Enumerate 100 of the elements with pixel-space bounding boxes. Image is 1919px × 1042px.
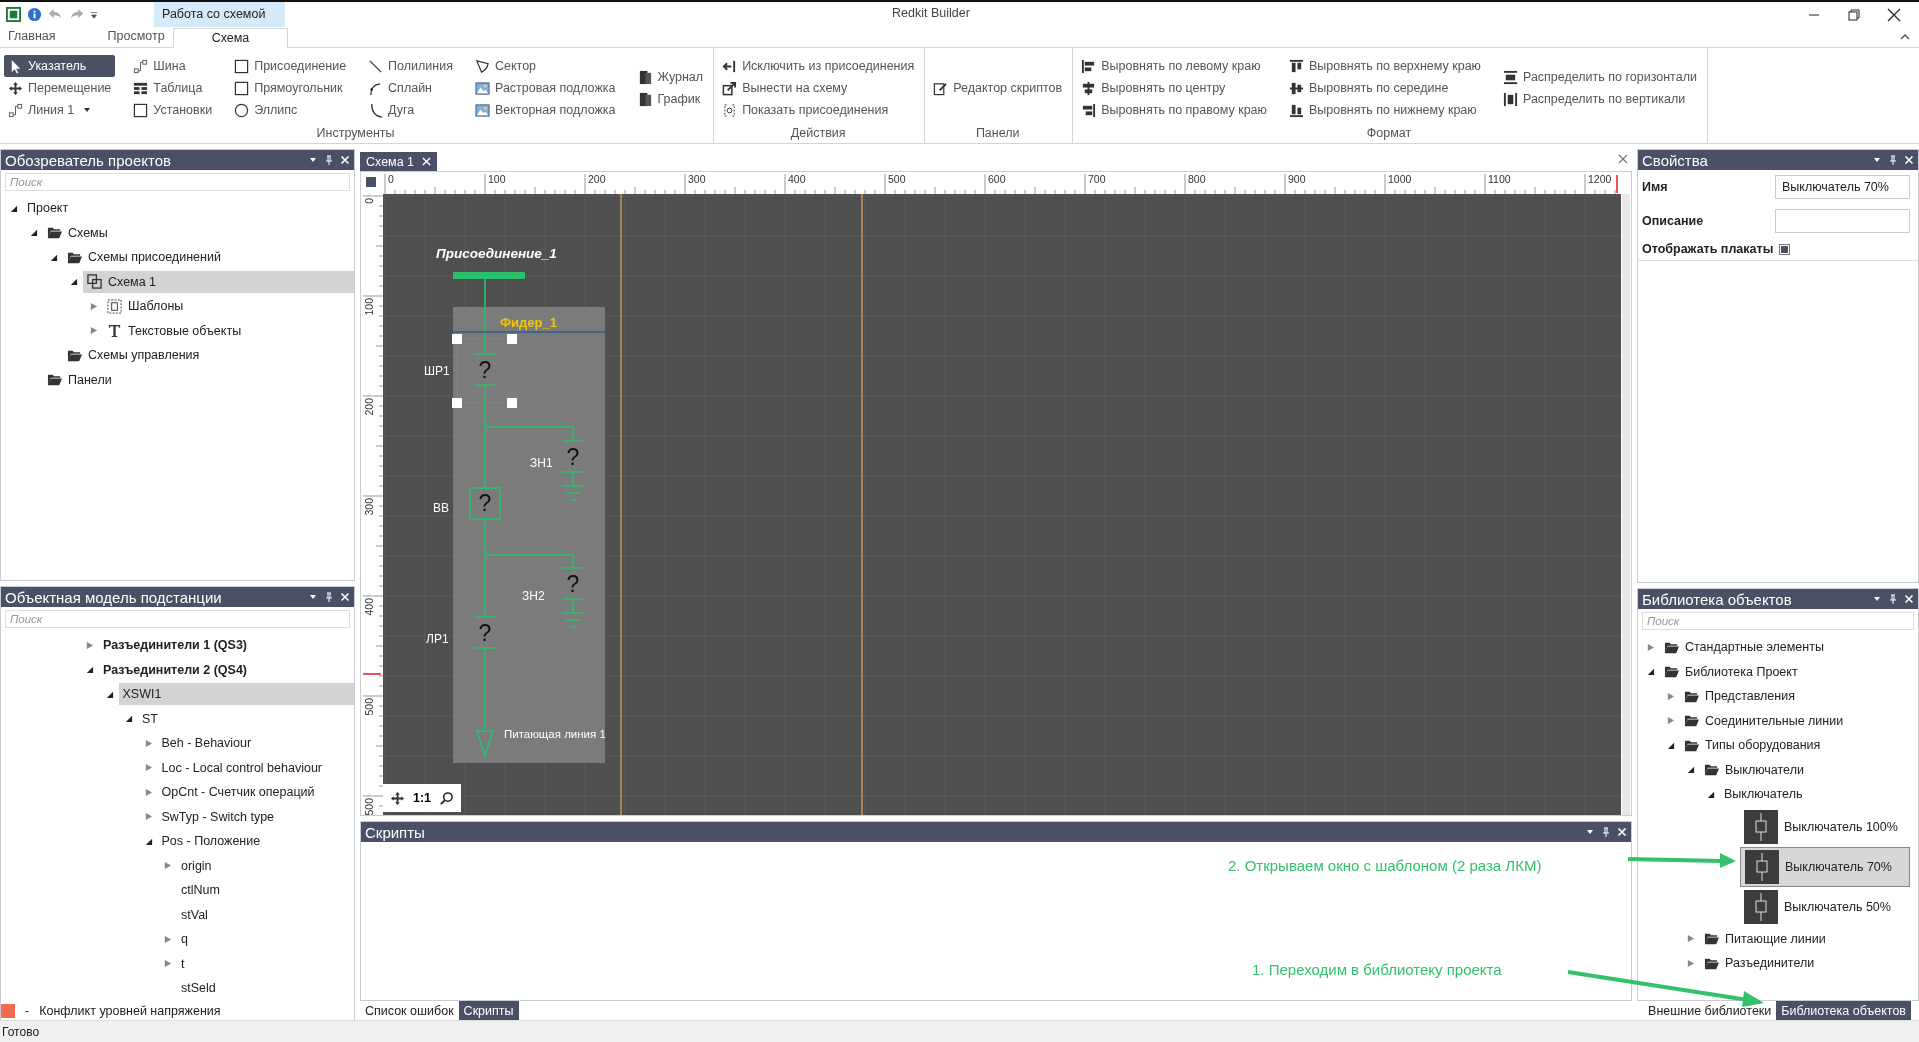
tree-item[interactable]: Разъединители 2 (QS4)	[99, 658, 252, 681]
scrollbar[interactable]	[1622, 194, 1630, 815]
tree-item[interactable]: t	[177, 952, 189, 975]
ribbon-button[interactable]: Выровнять по нижнему краю	[1284, 99, 1485, 121]
pin-icon[interactable]	[324, 592, 334, 602]
tree-item[interactable]: Текстовые объекты	[103, 319, 246, 342]
tree-item[interactable]: OpCnt - Счетчик операций	[157, 781, 319, 804]
panel-tab[interactable]: Список ошибок	[360, 1001, 459, 1021]
ribbon-button[interactable]: Показать присоединения	[718, 99, 919, 121]
ribbon-button[interactable]: Вынести на схему	[718, 77, 919, 99]
ribbon-button[interactable]: Выровнять по центру	[1077, 77, 1271, 99]
search-field[interactable]: Поиск	[5, 610, 350, 628]
ribbon-button[interactable]: Исключить из присоединения	[718, 55, 919, 77]
expand-toggle[interactable]	[104, 689, 114, 699]
ribbon-button[interactable]: Линия 1	[4, 99, 116, 121]
tree-item[interactable]: Шаблоны	[103, 295, 188, 318]
ribbon-button[interactable]: Указатель	[4, 55, 116, 77]
ribbon-button[interactable]: Прямоугольник	[230, 77, 351, 99]
search-field[interactable]: Поиск	[1642, 612, 1914, 630]
ribbon-button[interactable]: Векторная подложка	[470, 99, 620, 121]
expand-toggle[interactable]	[143, 738, 153, 748]
earthing-switch-symbol[interactable]	[561, 440, 585, 501]
tree-item[interactable]: Разъединители 1 (QS3)	[99, 634, 252, 657]
expand-toggle[interactable]	[85, 665, 94, 675]
restore-icon[interactable]	[1847, 7, 1861, 22]
expand-toggle[interactable]	[1686, 934, 1695, 944]
ribbon-button[interactable]: Таблица	[129, 77, 217, 99]
ribbon-button[interactable]: Эллипс	[230, 99, 351, 121]
ribbon-button[interactable]: Растровая подложка	[470, 77, 620, 99]
checkbox[interactable]	[1779, 243, 1791, 255]
document-tab[interactable]: Схема 1	[360, 152, 438, 171]
tree-item[interactable]: Соединительные линии	[1680, 709, 1848, 732]
tree-item[interactable]: Представления	[1680, 685, 1799, 708]
expand-toggle[interactable]	[1646, 667, 1655, 677]
ribbon-tab[interactable]: Просмотр	[99, 27, 173, 47]
ribbon-button[interactable]: Сплайн	[364, 77, 457, 99]
expand-toggle[interactable]	[143, 812, 153, 822]
expand-toggle[interactable]	[1686, 765, 1695, 775]
expand-toggle[interactable]	[29, 228, 38, 238]
tree-item[interactable]: Схема 1	[83, 270, 354, 293]
ribbon-tab[interactable]: Схема	[172, 28, 289, 48]
ribbon-button[interactable]: Распределить по вертикали	[1498, 88, 1701, 110]
tree-item[interactable]: ST	[138, 707, 162, 730]
tree-item[interactable]: stVal	[177, 903, 212, 926]
tree-item[interactable]: stSeld	[177, 977, 220, 1000]
tree-item[interactable]: SwTyp - Switch type	[157, 805, 279, 828]
expand-toggle[interactable]	[85, 640, 94, 650]
ribbon-button[interactable]: Выровнять по правому краю	[1077, 99, 1271, 121]
pin-icon[interactable]	[1888, 155, 1898, 165]
ribbon-button[interactable]: Шина	[129, 55, 217, 77]
expand-toggle[interactable]	[9, 203, 18, 213]
panel-tab[interactable]: Внешние библиотеки	[1643, 1001, 1777, 1021]
tree-item[interactable]: Схемы управления	[63, 344, 204, 367]
ribbon-button[interactable]: Выровнять по левому краю	[1077, 55, 1271, 77]
tree-item[interactable]: Стандартные элементы	[1660, 636, 1828, 659]
ribbon-button[interactable]: Выровнять по верхнему краю	[1284, 55, 1485, 77]
expand-toggle[interactable]	[1646, 642, 1655, 652]
panel-tab[interactable]: Скрипты	[458, 1001, 519, 1021]
tree-item[interactable]: Выключатель 50%	[1740, 887, 1895, 926]
ribbon-button[interactable]: Редактор скриптов	[929, 77, 1067, 99]
text-field[interactable]: Выключатель 70%	[1775, 175, 1910, 199]
panel-tab[interactable]: Библиотека объектов	[1776, 1001, 1911, 1021]
tree-item[interactable]: Выключатель 100%	[1740, 807, 1902, 846]
ribbon-tab[interactable]: Главная	[0, 27, 64, 47]
expand-toggle[interactable]	[1666, 740, 1675, 750]
breaker-symbol[interactable]	[469, 487, 501, 520]
pin-icon[interactable]	[1601, 827, 1611, 837]
ribbon-button[interactable]: Сектор	[470, 55, 620, 77]
ribbon-button[interactable]: Присоединение	[230, 55, 351, 77]
ribbon-button[interactable]: Полилиния	[364, 55, 457, 77]
pin-icon[interactable]	[1888, 594, 1898, 604]
expand-toggle[interactable]	[1666, 716, 1675, 726]
earthing-switch-symbol[interactable]	[561, 567, 585, 628]
expand-toggle[interactable]	[49, 252, 58, 262]
tree-item[interactable]: Схемы присоединений	[63, 246, 225, 269]
tree-item[interactable]: Разъединители	[1700, 952, 1819, 975]
tree-item[interactable]: XSWI1	[118, 683, 354, 706]
ribbon-button[interactable]: Установки	[129, 99, 217, 121]
tree-item[interactable]: Pos - Положение	[157, 830, 265, 853]
pin-icon[interactable]	[324, 155, 334, 165]
customize-icon[interactable]	[90, 10, 98, 19]
search-field[interactable]: Поиск	[5, 173, 350, 191]
ribbon-button[interactable]: Распределить по горизонтали	[1498, 66, 1701, 88]
expand-toggle[interactable]	[89, 326, 98, 336]
close-icon[interactable]	[1887, 7, 1901, 22]
tree-item[interactable]: q	[177, 928, 192, 951]
tree-item[interactable]: Выключатель 70%	[1740, 846, 1910, 887]
expand-toggle[interactable]	[163, 959, 172, 969]
ribbon-button[interactable]: Выровнять по середине	[1284, 77, 1485, 99]
tree-item[interactable]: Схемы	[43, 221, 112, 244]
expand-toggle[interactable]	[1666, 691, 1675, 701]
tree-item[interactable]: Панели	[43, 368, 116, 391]
tree-item[interactable]: Beh - Behaviour	[157, 732, 256, 755]
expand-toggle[interactable]	[89, 301, 98, 311]
expand-toggle[interactable]	[143, 787, 153, 797]
expand-toggle[interactable]	[143, 763, 153, 773]
disconnector-symbol[interactable]	[473, 616, 497, 649]
expand-toggle[interactable]	[1706, 789, 1715, 799]
ribbon-button[interactable]: График	[633, 88, 708, 110]
tree-item[interactable]: Проект	[23, 197, 73, 220]
